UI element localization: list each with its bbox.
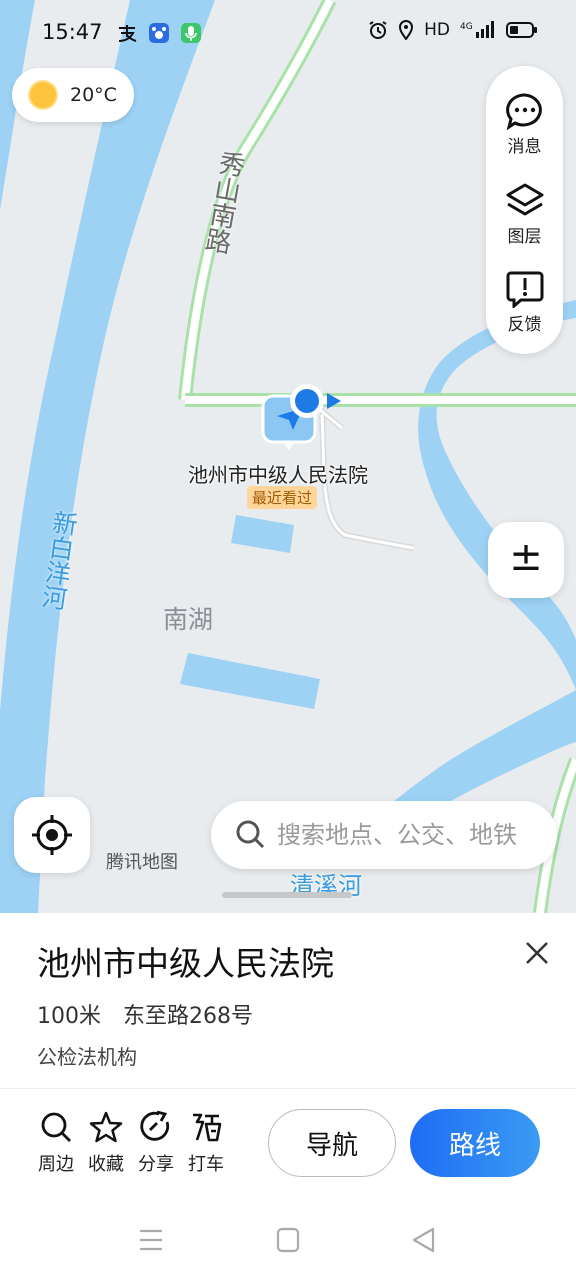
close-icon — [526, 942, 548, 964]
map-tools-panel: 消息 图层 反馈 — [486, 66, 563, 354]
status-bar: 15:47 HD 4G — [0, 0, 576, 66]
sheet-drag-handle[interactable] — [222, 892, 352, 898]
hd-indicator: HD — [424, 20, 450, 40]
poi-recent-tag: 最近看过 — [247, 486, 318, 509]
messages-button[interactable]: 消息 — [486, 92, 563, 157]
zoom-button[interactable]: ± — [488, 522, 564, 598]
route-button[interactable]: 路线 — [410, 1109, 540, 1177]
sun-icon — [30, 82, 56, 108]
taxi-label: 打车 — [188, 1154, 224, 1175]
lake-label: 南湖 — [163, 605, 214, 634]
status-time: 15:47 — [42, 20, 103, 44]
layers-button[interactable]: 图层 — [486, 182, 563, 247]
poi-name-label: 池州市中级人民法院 — [188, 463, 368, 487]
map-brand-label: 腾讯地图 — [106, 852, 178, 873]
taxi-icon — [193, 1113, 222, 1142]
map-view[interactable]: 秀山南路 新白洋河 池州市中级人民法院 最近看过 南湖 腾讯地图 清溪河 15:… — [0, 0, 576, 913]
current-location-marker — [287, 381, 343, 421]
favorite-button[interactable]: 收藏 — [84, 1110, 128, 1176]
share-label: 分享 — [138, 1154, 174, 1175]
crosshair-icon — [32, 815, 72, 855]
search-icon — [41, 1112, 71, 1142]
taxi-button[interactable]: 打车 — [184, 1110, 228, 1176]
search-input[interactable] — [277, 821, 557, 849]
back-icon[interactable] — [412, 1227, 435, 1253]
layers-icon — [506, 183, 543, 216]
feedback-icon — [506, 271, 543, 308]
battery-icon — [506, 22, 537, 38]
share-button[interactable]: 分享 — [134, 1110, 178, 1176]
system-nav-bar — [0, 1200, 576, 1280]
svg-text:4G: 4G — [460, 22, 473, 32]
zoom-symbol: ± — [509, 534, 543, 580]
favorite-label: 收藏 — [88, 1154, 124, 1175]
alipay-icon — [118, 25, 137, 42]
weather-temperature: 20°C — [70, 84, 117, 106]
place-distance-address: 100米 东至路268号 — [37, 1004, 253, 1029]
weather-widget[interactable]: 20°C — [12, 68, 134, 122]
home-icon[interactable] — [276, 1227, 300, 1253]
signal-4g-icon: 4G — [460, 21, 494, 38]
close-button[interactable] — [520, 936, 554, 970]
share-icon — [140, 1110, 170, 1141]
divider — [0, 1088, 576, 1089]
star-icon — [89, 1111, 123, 1143]
place-title: 池州市中级人民法院 — [37, 944, 334, 983]
search-bar[interactable] — [211, 801, 557, 869]
locate-me-button[interactable] — [14, 797, 90, 873]
place-category: 公检法机构 — [37, 1045, 137, 1069]
message-icon — [505, 93, 542, 130]
nearby-label: 周边 — [38, 1154, 74, 1175]
nearby-button[interactable]: 周边 — [34, 1110, 78, 1176]
search-icon — [236, 820, 265, 849]
alarm-icon — [369, 21, 387, 39]
recent-apps-icon[interactable] — [140, 1229, 162, 1251]
baidu-icon — [149, 23, 169, 43]
location-icon — [399, 20, 414, 40]
messages-label: 消息 — [507, 137, 542, 157]
feedback-button[interactable]: 反馈 — [486, 270, 563, 335]
navigate-button[interactable]: 导航 — [268, 1109, 396, 1177]
feedback-label: 反馈 — [507, 315, 542, 335]
layers-label: 图层 — [507, 227, 542, 247]
voice-icon — [181, 23, 201, 43]
